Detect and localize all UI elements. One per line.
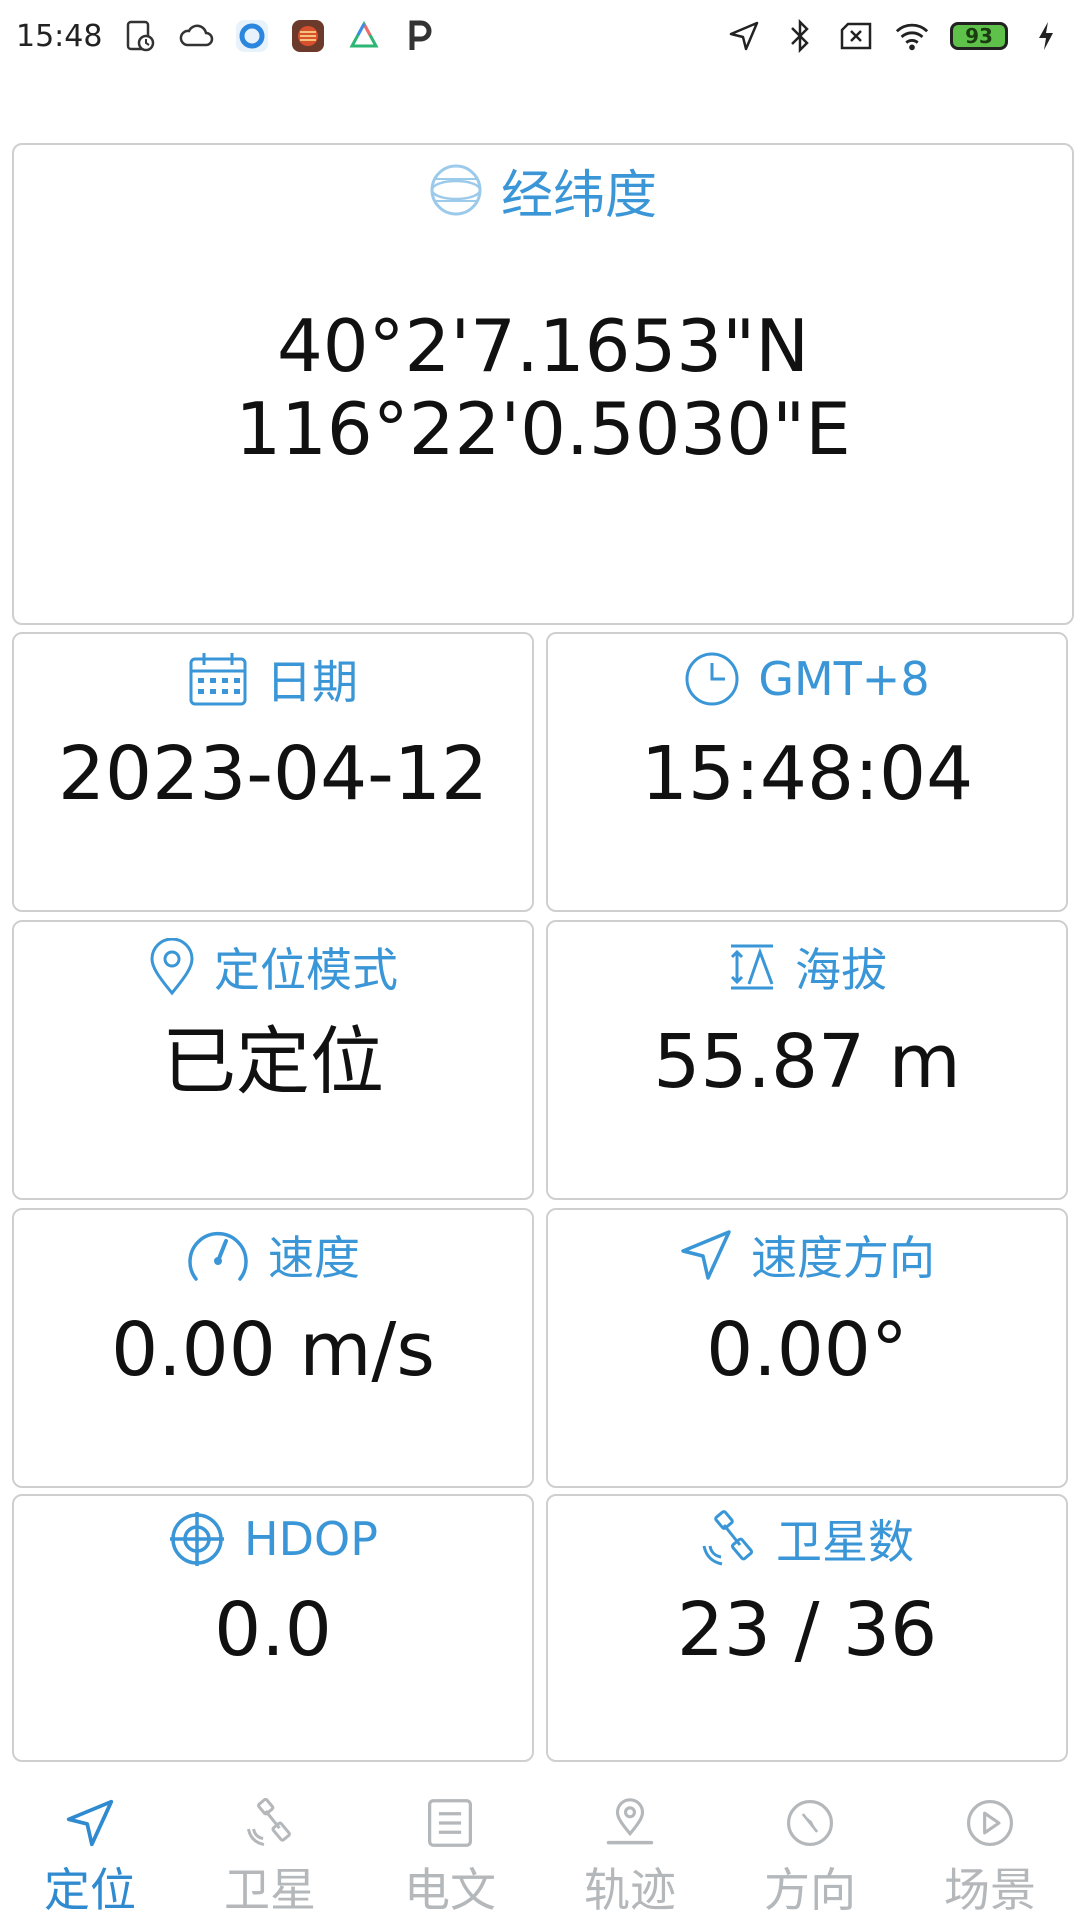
app-triangle-icon (346, 18, 382, 54)
latlon-card-title: 经纬度 (14, 155, 1072, 226)
time-card: GMT+8 15:48:04 (546, 632, 1068, 912)
music-app-icon (290, 18, 326, 54)
speedometer-icon (188, 1232, 248, 1281)
speed-title-text: 速度 (268, 1231, 360, 1285)
p-app-icon (402, 18, 438, 54)
nav-tab-label: 电文 (404, 1863, 496, 1917)
compass-icon (787, 1800, 833, 1846)
altitude-card-title: 海拔 (548, 932, 1066, 1002)
hdop-value: 0.0 (214, 1587, 332, 1673)
hdop-card-title: HDOP (14, 1504, 532, 1574)
bearing-card-title: 速度方向 (548, 1220, 1066, 1290)
time-value: 15:48:04 (640, 731, 974, 817)
nav-tab-label: 轨迹 (584, 1863, 676, 1917)
cloud-icon (178, 18, 214, 54)
altitude-title-text: 海拔 (795, 943, 887, 997)
altitude-icon (730, 944, 774, 990)
nav-tab-label: 方向 (764, 1863, 856, 1917)
date-title-text: 日期 (266, 655, 358, 709)
mode-title-text: 定位模式 (214, 943, 398, 997)
speed-card-title: 速度 (14, 1220, 532, 1290)
clock-icon (685, 652, 739, 706)
status-bar-left: 15:48 (16, 18, 438, 54)
location-arrow-icon (726, 18, 762, 54)
nav-tab-scene[interactable]: 场景 (900, 1780, 1080, 1920)
play-icon (967, 1800, 1013, 1846)
date-value: 2023-04-12 (57, 731, 489, 817)
document-icon (428, 1799, 472, 1847)
nav-tab-positioning[interactable]: 定位 (0, 1780, 180, 1920)
navigation-arrow-icon (66, 1799, 114, 1847)
status-time: 15:48 (16, 18, 103, 54)
crosshair-icon (170, 1512, 225, 1566)
timezone-title-text: GMT+8 (758, 652, 930, 706)
hdop-title-text: HDOP (244, 1512, 378, 1566)
satellites-value: 23 / 36 (676, 1587, 938, 1673)
nav-tab-direction[interactable]: 方向 (720, 1780, 900, 1920)
nav-tab-label: 场景 (944, 1863, 1036, 1917)
bottom-navigation: 定位 卫星 电文 轨迹 方向 场景 (0, 1780, 1080, 1920)
latlon-card: 经纬度 40°2'7.1653"N 116°22'0.5030"E (12, 143, 1074, 625)
bearing-title-text: 速度方向 (751, 1231, 935, 1285)
satellite-icon (246, 1798, 291, 1847)
speed-value: 0.00 m/s (111, 1307, 435, 1393)
time-card-title: GMT+8 (548, 644, 1066, 714)
speed-card: 速度 0.00 m/s (12, 1208, 534, 1488)
latlon-title-text: 经纬度 (500, 165, 657, 226)
mode-card: 定位模式 已定位 (12, 920, 534, 1200)
bearing-card: 速度方向 0.00° (546, 1208, 1068, 1488)
altitude-card: 海拔 55.87 m (546, 920, 1068, 1200)
location-pin-icon (606, 1798, 654, 1845)
navigation-arrow-icon (681, 1230, 731, 1280)
nav-tab-track[interactable]: 轨迹 (540, 1780, 720, 1920)
date-card: 日期 2023-04-12 (12, 632, 534, 912)
charging-bolt-icon (1028, 18, 1064, 54)
bearing-value: 0.00° (706, 1307, 908, 1393)
status-bar: 15:48 93 (0, 0, 1080, 72)
satellites-card-title: 卫星数 (548, 1504, 1066, 1574)
location-pin-icon (150, 938, 194, 996)
file-clock-icon (122, 18, 158, 54)
date-card-title: 日期 (14, 644, 532, 714)
bluetooth-icon (782, 18, 818, 54)
battery-indicator: 93 (950, 22, 1008, 50)
satellites-title-text: 卫星数 (776, 1515, 914, 1569)
altitude-value: 55.87 m (653, 1019, 961, 1105)
browser-app-icon (234, 18, 270, 54)
satellites-card: 卫星数 23 / 36 (546, 1494, 1068, 1762)
hdop-card: HDOP 0.0 (12, 1494, 534, 1762)
mode-value: 已定位 (162, 1019, 384, 1105)
calendar-icon (189, 653, 247, 706)
wifi-icon (894, 18, 930, 54)
globe-icon (430, 164, 482, 216)
nav-tab-messages[interactable]: 电文 (360, 1780, 540, 1920)
status-bar-right: 93 (726, 18, 1064, 54)
satellite-icon (702, 1510, 754, 1566)
longitude-value: 116°22'0.5030"E (235, 387, 851, 471)
mode-card-title: 定位模式 (14, 932, 532, 1002)
nav-tab-label: 卫星 (224, 1863, 316, 1917)
nav-tab-label: 定位 (44, 1863, 136, 1917)
nav-tab-satellites[interactable]: 卫星 (180, 1780, 360, 1920)
latitude-value: 40°2'7.1653"N (276, 304, 810, 388)
no-sim-icon (838, 18, 874, 54)
